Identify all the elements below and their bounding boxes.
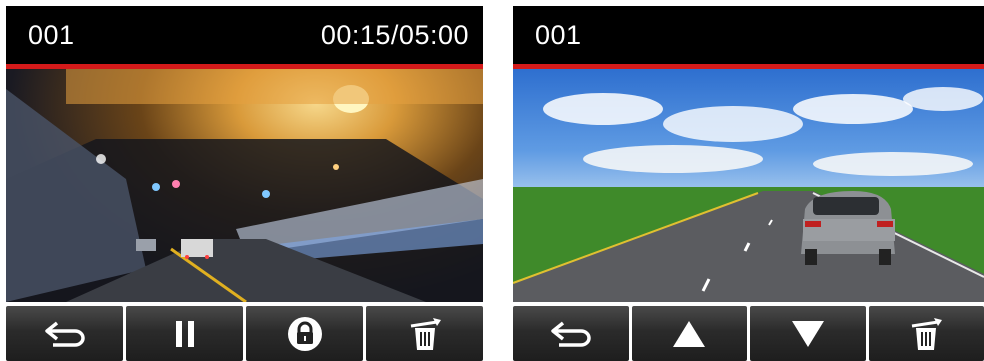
lock-button[interactable] bbox=[246, 306, 363, 361]
playback-screen: 001 00:15/05:00 bbox=[6, 6, 483, 361]
return-icon bbox=[551, 321, 591, 347]
return-button[interactable] bbox=[6, 306, 123, 361]
status-bar: 001 bbox=[513, 6, 984, 64]
video-frame-tunnel bbox=[6, 69, 483, 302]
next-button[interactable] bbox=[750, 306, 866, 361]
delete-button[interactable] bbox=[366, 306, 483, 361]
delete-icon bbox=[912, 317, 943, 350]
browse-toolbar bbox=[513, 302, 984, 361]
tunnel-scene bbox=[6, 69, 483, 302]
down-arrow-icon bbox=[791, 320, 824, 347]
playback-toolbar bbox=[6, 302, 483, 361]
file-number: 001 bbox=[28, 20, 75, 50]
delete-icon bbox=[410, 317, 441, 350]
pause-button[interactable] bbox=[126, 306, 243, 361]
photo-frame-highway bbox=[513, 69, 984, 302]
return-button[interactable] bbox=[513, 306, 629, 361]
playback-time: 00:15/05:00 bbox=[320, 20, 469, 50]
return-icon bbox=[44, 321, 85, 347]
up-arrow-icon bbox=[673, 320, 706, 347]
highway-scene bbox=[513, 87, 984, 302]
browse-screen: 001 bbox=[513, 6, 984, 361]
delete-button[interactable] bbox=[868, 306, 984, 361]
file-number: 001 bbox=[535, 20, 582, 50]
pause-icon bbox=[175, 320, 194, 347]
lock-icon bbox=[287, 316, 322, 351]
previous-button[interactable] bbox=[631, 306, 747, 361]
status-bar: 001 00:15/05:00 bbox=[6, 6, 483, 64]
